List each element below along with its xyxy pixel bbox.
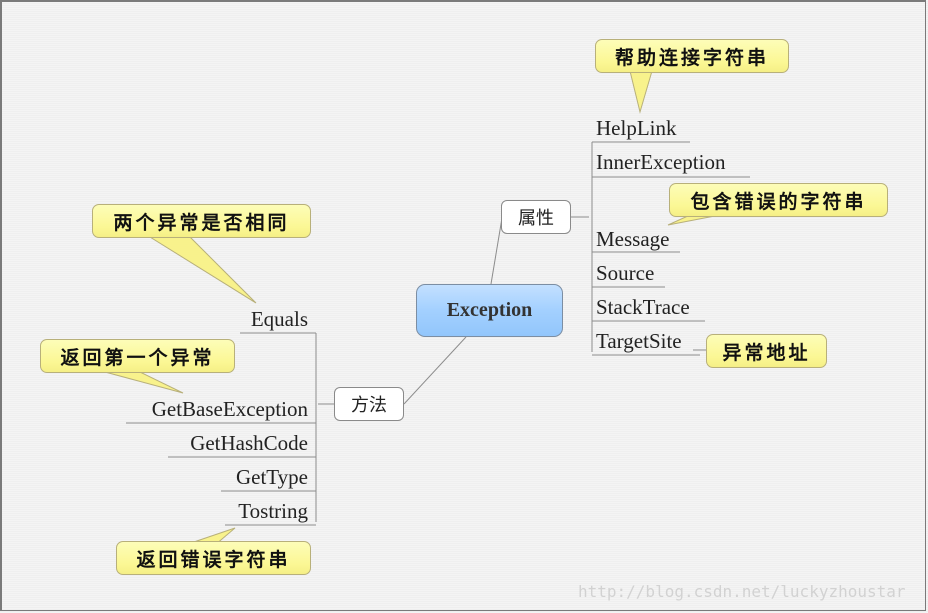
- leaf-gettype[interactable]: GetType: [236, 465, 308, 489]
- leaf-innerexception[interactable]: InnerException: [596, 150, 725, 174]
- callout-pointer-equals: [148, 236, 257, 304]
- leaf-tostring[interactable]: Tostring: [238, 499, 308, 523]
- leaf-equals[interactable]: Equals: [251, 307, 308, 331]
- leaf-message[interactable]: Message: [596, 227, 669, 251]
- watermark-url: http://blog.csdn.net/luckyzhoustar: [578, 582, 906, 601]
- callout-targetsite[interactable]: 异常地址: [706, 334, 827, 368]
- leaf-getbaseexception[interactable]: GetBaseException: [152, 397, 308, 421]
- callout-getbaseexception[interactable]: 返回第一个异常: [40, 339, 235, 373]
- central-topic-exception[interactable]: Exception: [416, 284, 563, 337]
- leaf-helplink[interactable]: HelpLink: [596, 116, 676, 140]
- branch-methods[interactable]: 方法: [334, 387, 404, 421]
- leaf-gethashcode[interactable]: GetHashCode: [190, 431, 308, 455]
- leaf-targetsite[interactable]: TargetSite: [596, 329, 682, 353]
- leaf-source[interactable]: Source: [596, 261, 654, 285]
- callout-equals[interactable]: 两个异常是否相同: [92, 204, 311, 238]
- callout-helplink[interactable]: 帮助连接字符串: [595, 39, 789, 73]
- callout-message[interactable]: 包含错误的字符串: [669, 183, 888, 217]
- branch-properties[interactable]: 属性: [501, 200, 571, 234]
- callout-tostring[interactable]: 返回错误字符串: [116, 541, 311, 575]
- callout-pointer-getbaseexception: [104, 371, 184, 394]
- connector-central-methods: [403, 336, 467, 405]
- leaf-stacktrace[interactable]: StackTrace: [596, 295, 690, 319]
- callout-pointer-helplink: [629, 70, 653, 114]
